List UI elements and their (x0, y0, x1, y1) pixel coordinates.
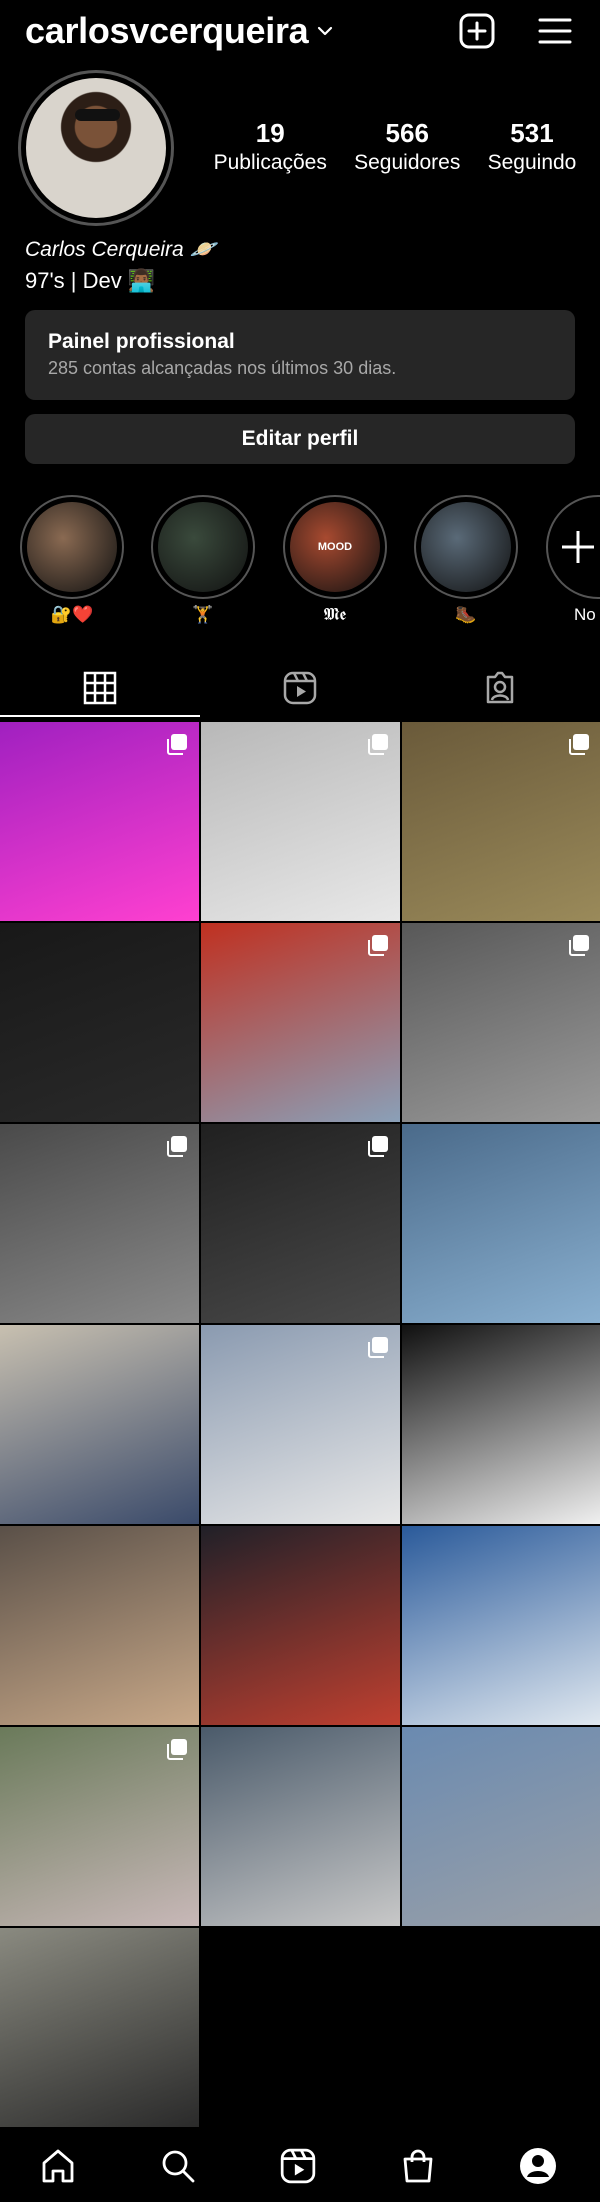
carousel-icon (167, 1739, 187, 1760)
menu-icon[interactable] (537, 14, 573, 48)
nav-reels[interactable] (276, 2144, 320, 2188)
highlight-cover (27, 502, 117, 592)
highlight-label: 🏋 (192, 605, 214, 624)
post-thumbnail[interactable] (402, 1124, 600, 1323)
highlight-label: No (574, 605, 596, 624)
stat-following-label: Seguindo (487, 151, 577, 174)
reels-icon (283, 671, 317, 705)
stat-posts-label: Publicações (213, 151, 327, 174)
highlight-cover: MOOD (290, 502, 380, 592)
shopping-bag-icon (403, 2149, 433, 2183)
bio: 97's | Dev 👨🏾‍💻 (25, 268, 156, 293)
reels-icon (280, 2148, 316, 2184)
home-icon (42, 2149, 74, 2183)
carousel-icon (569, 935, 589, 956)
highlight-ring (546, 495, 600, 599)
post-thumbnail[interactable] (402, 1325, 600, 1524)
stat-followers-count: 566 (385, 118, 429, 148)
post-thumbnail[interactable] (402, 1526, 600, 1725)
top-bar: carlosvcerqueira (0, 0, 600, 64)
highlight-item[interactable]: 🔐❤️ (20, 495, 124, 625)
nav-home[interactable] (36, 2144, 80, 2188)
new-highlight-item[interactable]: No (546, 495, 600, 625)
post-thumbnail[interactable] (402, 722, 600, 921)
highlight-cover (421, 502, 511, 592)
post-thumbnail[interactable] (0, 1325, 199, 1524)
post-thumbnail[interactable] (0, 1727, 199, 1926)
grid-icon (83, 671, 117, 705)
nav-profile[interactable] (516, 2144, 560, 2188)
post-thumbnail[interactable] (0, 923, 199, 1122)
post-thumbnail[interactable] (201, 1727, 400, 1926)
carousel-icon (368, 1337, 388, 1358)
post-thumbnail[interactable] (402, 1727, 600, 1926)
chevron-down-icon (318, 26, 333, 36)
carousel-icon (167, 1136, 187, 1157)
username: carlosvcerqueira (25, 10, 309, 51)
professional-dashboard-title: Painel profissional (48, 330, 235, 353)
highlight-item[interactable]: 🏋 (151, 495, 255, 625)
highlight-ring (20, 495, 124, 599)
carousel-icon (368, 734, 388, 755)
stat-followers[interactable]: 566 Seguidores (354, 118, 460, 175)
post-thumbnail[interactable] (0, 1124, 199, 1323)
nav-shop[interactable] (396, 2144, 440, 2188)
tab-tagged[interactable] (400, 663, 600, 713)
post-thumbnail[interactable] (0, 722, 199, 921)
carousel-icon (368, 935, 388, 956)
carousel-icon (167, 734, 187, 755)
post-thumbnail[interactable] (0, 1928, 199, 2127)
professional-dashboard-subtitle: 285 contas alcançadas nos últimos 30 dia… (48, 358, 397, 378)
highlight-label: 🥾 (455, 605, 477, 624)
add-post-icon[interactable] (458, 12, 496, 50)
avatar-image (26, 78, 166, 218)
plus-icon (562, 531, 594, 563)
full-name: Carlos Cerqueira 🪐 (25, 238, 216, 261)
tab-reels[interactable] (200, 663, 400, 713)
stat-posts[interactable]: 19 Publicações (214, 118, 327, 175)
nav-search[interactable] (156, 2144, 200, 2188)
tab-posts-grid[interactable] (0, 663, 200, 713)
account-switcher[interactable]: carlosvcerqueira (25, 10, 334, 52)
highlight-ring (151, 495, 255, 599)
avatar[interactable] (18, 70, 174, 226)
story-highlights: 🔐❤️ 🏋 MOOD 𝕸𝖊 🥾 No (0, 495, 600, 630)
profile-page: carlosvcerqueira 19 Publicações 566 Segu… (0, 0, 600, 2202)
stat-following[interactable]: 531 Seguindo (488, 118, 577, 175)
carousel-icon (569, 734, 589, 755)
profile-icon (520, 2148, 556, 2184)
highlight-label: 🔐❤️ (50, 605, 94, 624)
highlight-ring: MOOD (283, 495, 387, 599)
carousel-icon (368, 1136, 388, 1157)
post-thumbnail[interactable] (201, 1124, 400, 1323)
active-tab-indicator (0, 715, 200, 717)
post-thumbnail[interactable] (201, 923, 400, 1122)
highlight-label: 𝕸𝖊 (323, 605, 347, 624)
search-icon (162, 2150, 195, 2183)
highlight-ring (414, 495, 518, 599)
highlight-item[interactable]: 🥾 (414, 495, 518, 625)
stat-followers-label: Seguidores (354, 151, 461, 174)
professional-dashboard[interactable]: Painel profissional 285 contas alcançada… (25, 310, 575, 400)
tagged-icon (486, 671, 514, 704)
post-thumbnail[interactable] (0, 1526, 199, 1725)
highlight-cover (158, 502, 248, 592)
posts-grid (0, 722, 600, 2127)
highlight-cover-text: MOOD (317, 541, 353, 553)
profile-tabs (0, 655, 600, 719)
stat-following-count: 531 (510, 118, 554, 148)
highlight-item[interactable]: MOOD 𝕸𝖊 (283, 495, 387, 625)
stat-posts-count: 19 (255, 118, 285, 148)
post-thumbnail[interactable] (201, 1325, 400, 1524)
edit-profile-button[interactable]: Editar perfil (25, 414, 575, 464)
post-thumbnail[interactable] (402, 923, 600, 1122)
bottom-nav (0, 2130, 600, 2202)
post-thumbnail[interactable] (201, 722, 400, 921)
post-thumbnail[interactable] (201, 1526, 400, 1725)
profile-stats: 19 Publicações 566 Seguidores 531 Seguin… (200, 118, 590, 175)
